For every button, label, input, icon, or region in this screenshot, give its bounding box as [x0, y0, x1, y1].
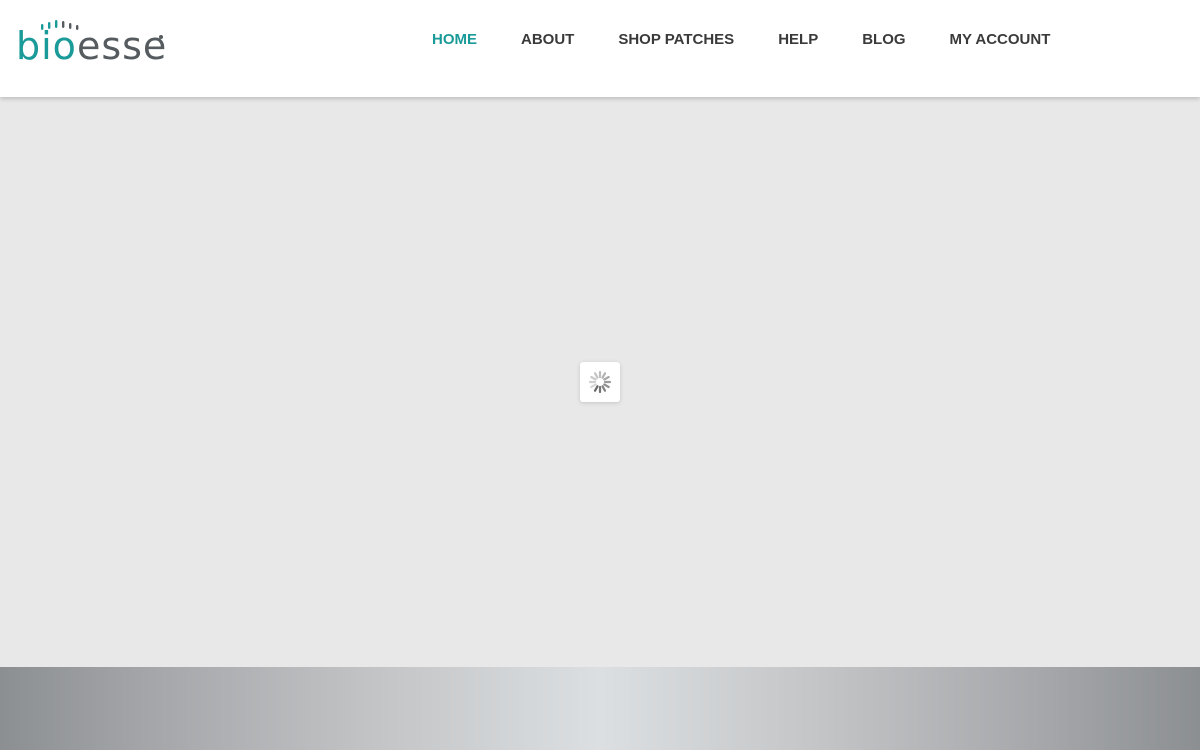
nav-item-my-account[interactable]: MY ACCOUNT: [950, 31, 1051, 49]
nav-item-home[interactable]: HOME: [432, 31, 477, 49]
spinner-icon: [588, 370, 612, 394]
bioesse-logo[interactable]: bioesse: [16, 18, 166, 68]
logo-wordmark-bio: bio: [16, 24, 77, 68]
loading-spinner: [580, 362, 620, 402]
site-header: bioesse HOME ABOUT SHOP PATCHES HELP BLO…: [0, 0, 1200, 97]
logo-wordmark: bioesse: [16, 26, 167, 66]
footer-banner: [0, 667, 1200, 750]
logo-wordmark-esse: esse: [76, 24, 168, 68]
nav-item-shop-patches[interactable]: SHOP PATCHES: [618, 31, 734, 49]
main-content-area: [0, 97, 1200, 667]
nav-item-help[interactable]: HELP: [778, 31, 818, 49]
nav-item-blog[interactable]: BLOG: [862, 31, 905, 49]
logo-registered-mark: [159, 35, 163, 39]
nav-item-about[interactable]: ABOUT: [521, 31, 574, 49]
main-nav: HOME ABOUT SHOP PATCHES HELP BLOG MY ACC…: [432, 31, 1050, 49]
